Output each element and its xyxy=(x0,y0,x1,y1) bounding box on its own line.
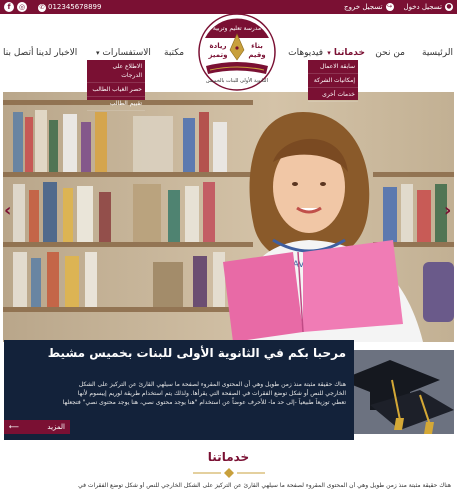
phone-icon: ✆ xyxy=(38,4,46,12)
facebook-icon[interactable]: f xyxy=(4,2,14,12)
nav-label: فيديوهات xyxy=(288,48,323,58)
logout-label: تسجيل خروج xyxy=(344,3,383,11)
instagram-icon[interactable]: ◎ xyxy=(17,2,27,12)
nav-item-library[interactable]: مكتبة xyxy=(164,48,184,58)
logout-link[interactable]: ↪ تسجيل خروج xyxy=(344,2,394,12)
login-link[interactable]: ● تسجيل دخول xyxy=(403,2,453,12)
phone-number[interactable]: ✆ 012345678899 xyxy=(38,2,101,12)
submenu-item[interactable]: خدمات أخرى xyxy=(308,88,358,102)
logo-left-word: ريادة xyxy=(209,42,226,50)
school-logo[interactable]: مدرسة تعليم وتربية ريادة وتميز بناء وقيم… xyxy=(196,14,278,92)
chevron-down-icon: ▾ xyxy=(96,49,100,57)
submenu-item[interactable]: حصر الغياب الطالب xyxy=(87,83,145,97)
read-more-button[interactable]: المزيد ⟵ xyxy=(4,420,70,434)
social-links: f ◎ xyxy=(4,2,27,12)
submenu-item[interactable]: سابقة الاعمال xyxy=(308,60,358,74)
nav-label: الرئيسية xyxy=(422,48,453,58)
logo-right-word: بناء xyxy=(251,42,263,50)
submenu-item[interactable]: تقييم الطالب xyxy=(87,97,145,111)
main-nav: الرئيسية من نحن خدماتنا ▾ فيديوهات مكتبة… xyxy=(0,14,457,92)
logo-right-word-2: وقيم xyxy=(248,51,265,59)
nav-item-inquiries[interactable]: الاستفسارات ▾ xyxy=(96,48,151,58)
logo-left-word-2: وتميز xyxy=(208,51,228,59)
read-more-label: المزيد xyxy=(47,423,65,431)
slider-prev-arrow[interactable]: ‹ xyxy=(4,200,11,221)
logo-top-text: مدرسة تعليم وتربية xyxy=(213,25,261,32)
nav-label: مكتبة xyxy=(164,48,185,58)
hero-image: AVIA xyxy=(3,92,454,342)
submenu-item[interactable]: إمكانيات الشركة xyxy=(308,74,358,88)
chevron-down-icon: ▾ xyxy=(327,49,331,57)
top-bar: f ◎ ✆ 012345678899 ● تسجيل دخول ↪ تسجيل خ… xyxy=(0,0,457,14)
auth-links: ● تسجيل دخول ↪ تسجيل خروج xyxy=(344,2,453,12)
slider-next-arrow[interactable]: › xyxy=(444,200,451,221)
nav-label: الاستفسارات xyxy=(102,48,151,58)
phone-text: 012345678899 xyxy=(48,3,102,11)
user-icon: ● xyxy=(445,3,453,11)
caption-title: مرحبا بكم في الثانوية الأولى للبنات بخمي… xyxy=(47,346,346,360)
nav-item-videos[interactable]: فيديوهات xyxy=(288,48,323,58)
nav-label: الاخبار لدينا xyxy=(36,48,78,58)
nav-label: أتصل بنا xyxy=(3,48,34,58)
nav-item-services[interactable]: خدماتنا ▾ xyxy=(327,48,365,58)
services-title: خدماتنا xyxy=(207,450,250,464)
arrow-left-icon: ⟵ xyxy=(9,423,20,431)
logout-icon: ↪ xyxy=(385,3,394,11)
nav-label: خدماتنا xyxy=(333,48,365,58)
login-label: تسجيل دخول xyxy=(403,3,443,11)
hero-slider: AVIA xyxy=(3,92,454,342)
nav-item-news[interactable]: الاخبار لدينا xyxy=(36,48,77,58)
caption-text: هناك حقيقة مثبتة منذ زمن طويل وهي أن الم… xyxy=(62,381,346,406)
nav-label: من نحن xyxy=(375,48,405,58)
services-submenu: سابقة الاعمال إمكانيات الشركة خدمات أخرى xyxy=(308,60,358,102)
nav-item-about[interactable]: من نحن xyxy=(375,48,405,58)
services-description: هناك حقيقة مثبتة منذ زمن طويل وهي أن الم… xyxy=(78,482,451,489)
nav-item-home[interactable]: الرئيسية xyxy=(422,48,453,58)
inquiries-submenu: الاطلاع على الدرجات حصر الغياب الطالب تق… xyxy=(87,60,145,111)
title-divider-icon xyxy=(193,468,265,478)
nav-item-contact[interactable]: أتصل بنا xyxy=(3,48,33,58)
submenu-item[interactable]: الاطلاع على الدرجات xyxy=(87,60,145,83)
logo-bottom-text: الثانوية الأولى للبنات بالخميس xyxy=(206,77,268,84)
